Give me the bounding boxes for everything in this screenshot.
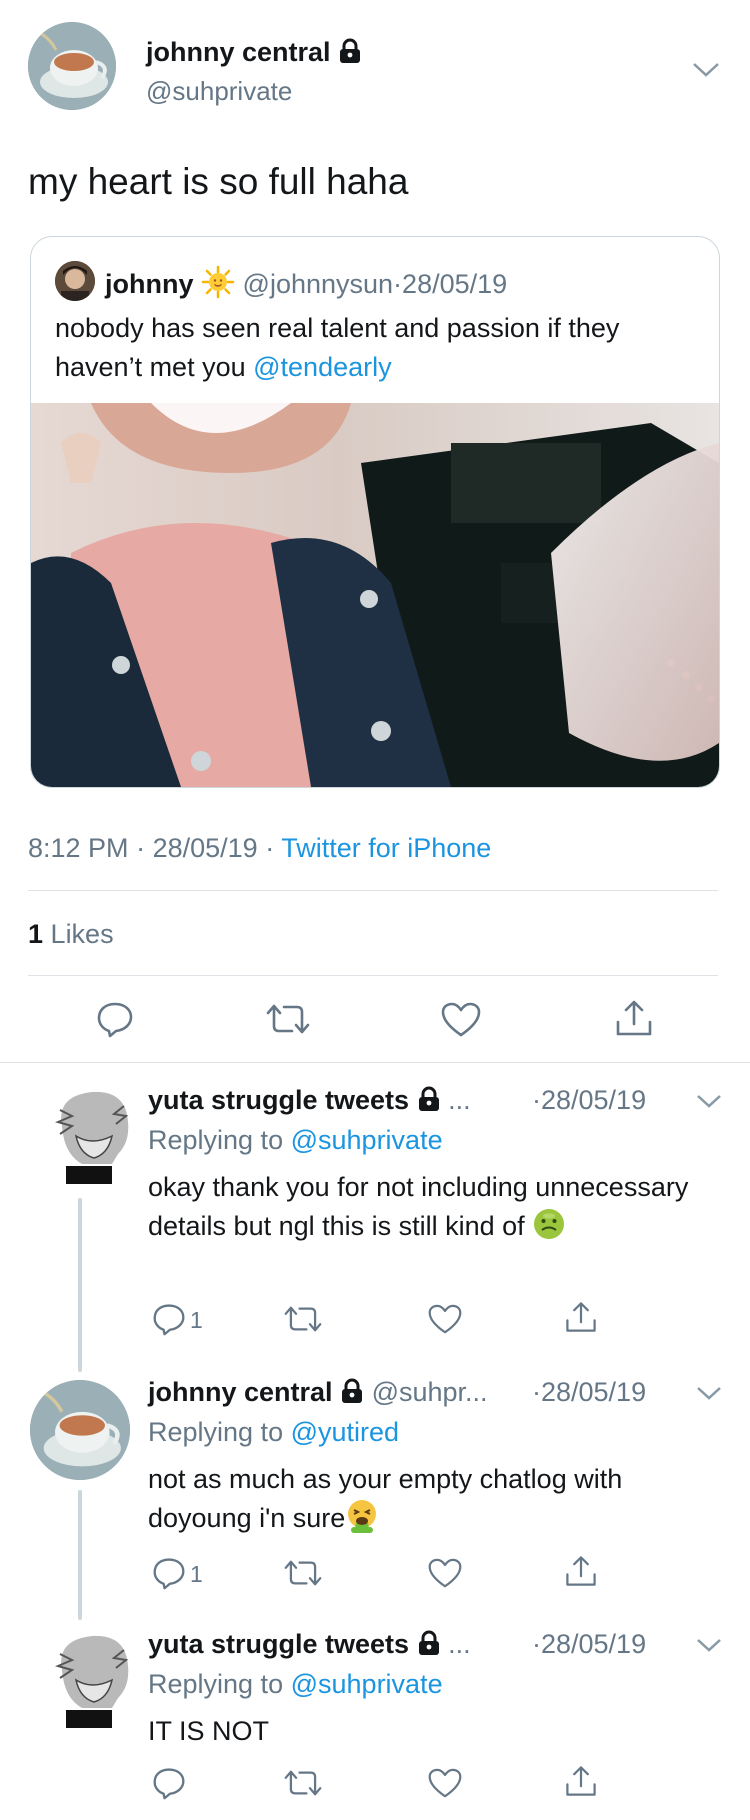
chevron-down-icon[interactable] bbox=[696, 1386, 722, 1400]
heart-icon[interactable] bbox=[428, 1768, 462, 1799]
reply-icon[interactable] bbox=[152, 1766, 186, 1800]
reply-text-body: not as much as your empty chatlog with d… bbox=[148, 1464, 623, 1533]
reply-name-ellipsis: ... bbox=[448, 1629, 471, 1659]
likes-count: 1 bbox=[28, 919, 44, 949]
reply-text-body: okay thank you for not including unneces… bbox=[148, 1172, 689, 1241]
retweet-icon[interactable] bbox=[284, 1768, 322, 1798]
reply-count: 1 bbox=[190, 1561, 203, 1587]
tweet-date: 28/05/19 bbox=[152, 833, 258, 863]
heart-icon[interactable] bbox=[441, 1002, 481, 1038]
reply-date: ·28/05/19 bbox=[532, 1085, 647, 1115]
share-icon[interactable] bbox=[564, 1300, 598, 1334]
author-display-name[interactable]: johnny central bbox=[146, 37, 331, 67]
lock-icon bbox=[340, 1378, 364, 1404]
replying-to-handle[interactable]: @yutired bbox=[291, 1417, 399, 1447]
quoted-mention-link[interactable]: @tendearly bbox=[253, 352, 391, 382]
reply-count: 1 bbox=[190, 1307, 203, 1333]
tweet-time: 8:12 PM bbox=[28, 833, 129, 863]
thread-connector-line bbox=[78, 1198, 82, 1372]
divider bbox=[0, 1062, 750, 1063]
reply-name-ellipsis: ... bbox=[448, 1085, 471, 1115]
chevron-down-icon[interactable] bbox=[692, 62, 720, 78]
teacup-avatar-image bbox=[28, 22, 116, 110]
tweet-source-link[interactable]: Twitter for iPhone bbox=[281, 833, 491, 863]
reply-avatar[interactable] bbox=[54, 1086, 132, 1186]
reply-header: yuta struggle tweets ... bbox=[148, 1084, 471, 1116]
heart-icon[interactable] bbox=[428, 1304, 462, 1335]
thread-connector-line bbox=[78, 1490, 82, 1620]
replying-to-label: Replying to bbox=[148, 1669, 284, 1699]
reply-icon[interactable] bbox=[96, 1000, 134, 1038]
reply-date: ·28/05/19 bbox=[532, 1629, 647, 1659]
share-icon[interactable] bbox=[564, 1554, 598, 1588]
quoted-media-photo[interactable] bbox=[31, 403, 719, 787]
reply-text: not as much as your empty chatlog with d… bbox=[148, 1460, 708, 1544]
divider bbox=[28, 975, 718, 976]
reply-display-name[interactable]: yuta struggle tweets bbox=[148, 1629, 409, 1659]
nauseated-face-emoji-icon bbox=[532, 1207, 566, 1252]
replying-to: Replying to @yutired bbox=[148, 1416, 399, 1448]
replying-to-label: Replying to bbox=[148, 1417, 284, 1447]
quoted-date: 28/05/19 bbox=[402, 269, 508, 299]
quoted-separator: · bbox=[393, 269, 403, 299]
reply-icon[interactable] bbox=[152, 1302, 186, 1336]
replying-to-handle[interactable]: @suhprivate bbox=[291, 1125, 443, 1155]
sun-emoji-icon bbox=[201, 265, 235, 306]
retweet-icon[interactable] bbox=[266, 1002, 310, 1036]
retweet-icon[interactable] bbox=[284, 1304, 322, 1334]
quoted-handle: @johnnysun bbox=[242, 269, 394, 299]
share-icon[interactable] bbox=[564, 1764, 598, 1798]
reply-text: IT IS NOT bbox=[148, 1716, 270, 1746]
quoted-tweet-text: nobody has seen real talent and passion … bbox=[55, 309, 675, 387]
meta-separator: · bbox=[265, 833, 275, 863]
lock-icon bbox=[338, 38, 362, 64]
replying-to-label: Replying to bbox=[148, 1125, 284, 1155]
share-icon[interactable] bbox=[614, 998, 654, 1038]
quoted-header: johnny @johnnysun·28/05/19 bbox=[105, 265, 507, 306]
author-handle[interactable]: @suhprivate bbox=[146, 76, 292, 106]
divider bbox=[28, 890, 718, 891]
reply-icon[interactable] bbox=[152, 1556, 186, 1590]
vomiting-face-emoji-icon bbox=[345, 1499, 379, 1544]
reply-handle[interactable]: @suhpr... bbox=[372, 1377, 488, 1407]
replying-to-handle[interactable]: @suhprivate bbox=[291, 1669, 443, 1699]
reply-avatar[interactable] bbox=[54, 1630, 132, 1730]
chevron-down-icon[interactable] bbox=[696, 1094, 722, 1108]
reply-date: ·28/05/19 bbox=[532, 1377, 647, 1407]
reply-header: johnny central @suhpr... bbox=[148, 1376, 488, 1408]
author-name-row: johnny central bbox=[146, 36, 362, 68]
chevron-down-icon[interactable] bbox=[696, 1638, 722, 1652]
replying-to: Replying to @suhprivate bbox=[148, 1668, 443, 1700]
quoted-author-avatar bbox=[55, 261, 95, 301]
reply-text: okay thank you for not including unneces… bbox=[148, 1168, 708, 1252]
reply-avatar[interactable] bbox=[30, 1380, 130, 1480]
tweet-text: my heart is so full haha bbox=[28, 161, 409, 202]
reply-display-name[interactable]: johnny central bbox=[148, 1377, 333, 1407]
lock-icon bbox=[417, 1086, 441, 1112]
quoted-tweet-card[interactable]: johnny @johnnysun·28/05/19 nobody has se… bbox=[30, 236, 720, 788]
reply-display-name[interactable]: yuta struggle tweets bbox=[148, 1085, 409, 1115]
author-avatar[interactable] bbox=[28, 22, 116, 110]
replying-to: Replying to @suhprivate bbox=[148, 1124, 443, 1156]
meta-separator: · bbox=[136, 833, 146, 863]
likes-label: Likes bbox=[50, 919, 114, 949]
likes-stat[interactable]: 1 Likes bbox=[28, 918, 114, 950]
reply-header: yuta struggle tweets ... bbox=[148, 1628, 471, 1660]
retweet-icon[interactable] bbox=[284, 1558, 322, 1588]
lock-icon bbox=[417, 1630, 441, 1656]
quoted-display-name: johnny bbox=[105, 269, 194, 299]
heart-icon[interactable] bbox=[428, 1558, 462, 1589]
tweet-meta: 8:12 PM · 28/05/19 · Twitter for iPhone bbox=[28, 832, 491, 864]
